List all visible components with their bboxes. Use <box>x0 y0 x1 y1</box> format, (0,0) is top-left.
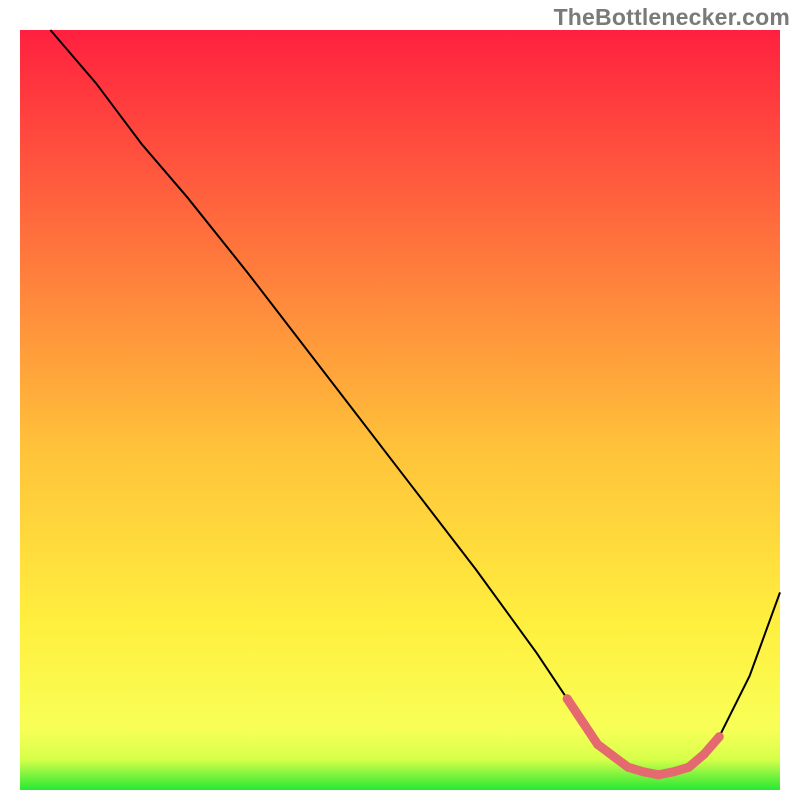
optimal-dot <box>684 763 693 772</box>
chart-svg <box>0 0 800 800</box>
optimal-dot <box>608 751 617 760</box>
optimal-dot <box>563 694 572 703</box>
optimal-dot <box>578 717 587 726</box>
optimal-dot <box>593 740 602 749</box>
optimal-dot <box>669 767 678 776</box>
optimal-dot <box>654 770 663 779</box>
optimal-dot <box>624 763 633 772</box>
watermark-text: TheBottleneсker.com <box>554 4 790 31</box>
optimal-dot <box>715 732 724 741</box>
optimal-dot <box>639 767 648 776</box>
bottleneck-chart: TheBottleneсker.com <box>0 0 800 800</box>
optimal-dot <box>700 750 709 759</box>
gradient-background <box>20 30 780 790</box>
